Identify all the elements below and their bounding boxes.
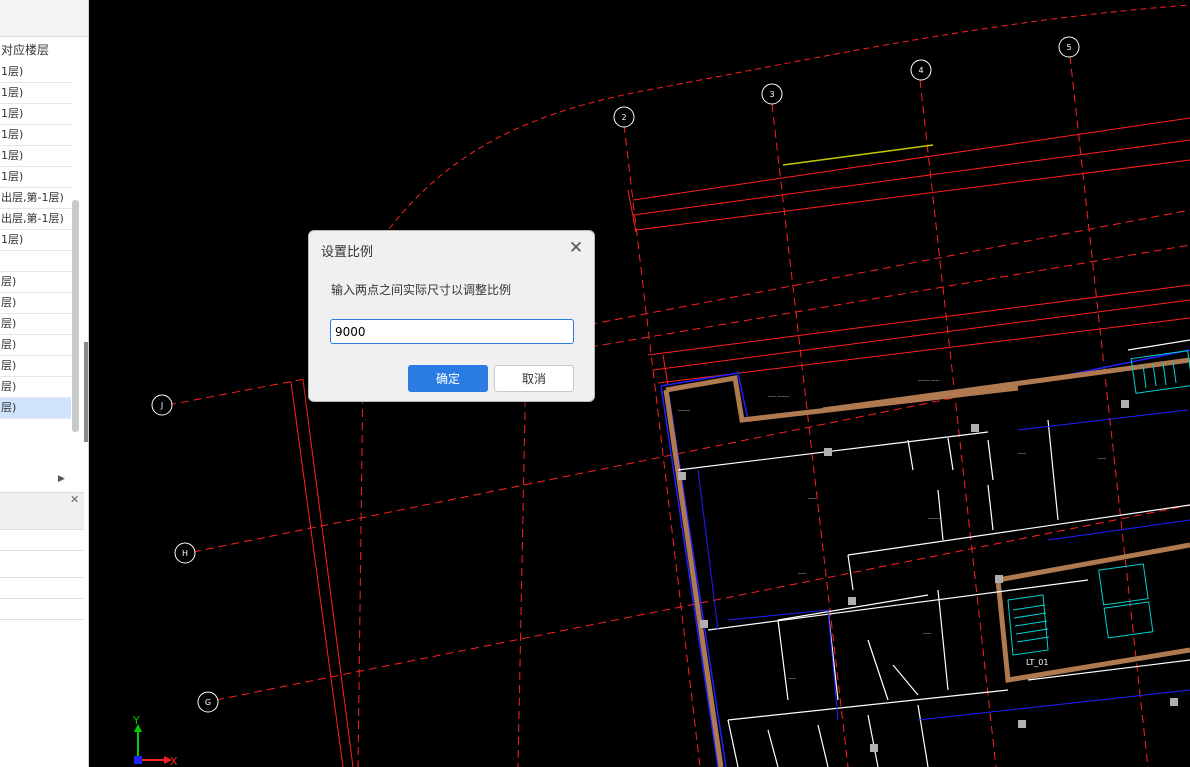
scroll-right-icon[interactable]: ▶ — [58, 474, 68, 486]
svg-text:——: —— — [808, 496, 816, 501]
floor-list-item[interactable] — [0, 251, 71, 272]
svg-text:———: ——— — [678, 408, 690, 413]
svg-text:——: —— — [923, 631, 931, 636]
scale-value-input[interactable] — [330, 319, 574, 344]
floor-list-item[interactable]: 层) — [0, 377, 71, 398]
floor-list-item[interactable]: 1层) — [0, 62, 71, 83]
scale-dialog: 设置比例 ✕ 输入两点之间实际尺寸以调整比例 确定 取消 — [308, 230, 595, 402]
svg-text:——: —— — [788, 676, 796, 681]
floor-list-item[interactable]: 1层) — [0, 167, 71, 188]
axis-label-G: G — [205, 698, 211, 707]
property-row[interactable] — [0, 578, 84, 599]
dialog-message: 输入两点之间实际尺寸以调整比例 — [331, 283, 512, 297]
svg-text:—— ———: —— ——— — [768, 394, 789, 399]
stair-label: LT_01 — [1026, 658, 1048, 667]
floor-list-item[interactable]: 层) — [0, 398, 71, 419]
floor-list-item[interactable]: 出层,第-1层) — [0, 209, 71, 230]
floor-list-item[interactable]: 1层) — [0, 146, 71, 167]
panel-toolbar — [0, 0, 88, 37]
property-row[interactable] — [0, 530, 84, 551]
property-row[interactable] — [0, 557, 84, 578]
column-header-floor[interactable]: 对应楼层 — [0, 38, 71, 62]
property-row[interactable] — [0, 599, 84, 620]
floor-list-item[interactable]: 层) — [0, 356, 71, 377]
close-icon[interactable]: ✕ — [565, 237, 587, 259]
svg-text:——— ——: ——— —— — [918, 378, 939, 383]
floor-list-item[interactable]: 层) — [0, 335, 71, 356]
dialog-title: 设置比例 — [321, 245, 374, 260]
close-icon[interactable]: ✕ — [70, 493, 79, 506]
axis-label-4: 4 — [918, 66, 923, 75]
ok-button[interactable]: 确定 — [408, 365, 488, 392]
axis-label-3: 3 — [769, 90, 774, 99]
cancel-button[interactable]: 取消 — [494, 365, 574, 392]
floor-list-item[interactable]: 出层,第-1层) — [0, 188, 71, 209]
axis-label-2: 2 — [621, 113, 626, 122]
svg-text:——: —— — [1018, 451, 1026, 456]
ucs-x-label: X — [170, 755, 178, 767]
svg-text:——: —— — [1098, 456, 1106, 461]
axis-label-H: H — [182, 549, 188, 558]
scrollbar-thumb[interactable] — [72, 200, 79, 432]
floor-list-item[interactable]: 层) — [0, 272, 71, 293]
floor-list-item[interactable]: 1层) — [0, 104, 71, 125]
svg-text:———: ——— — [928, 516, 940, 521]
left-panel: 对应楼层 1层) 1层) 1层) 1层) 1层) 1层) 出层,第-1层) 出层,第-1层) 1… — [0, 0, 89, 767]
axis-label-5: 5 — [1066, 43, 1071, 52]
axis-label-J: J — [160, 401, 163, 410]
floor-list-item[interactable]: 层) — [0, 314, 71, 335]
floor-list-item[interactable]: 1层) — [0, 230, 71, 251]
svg-text:——: —— — [798, 571, 806, 576]
floor-list-item[interactable]: 层) — [0, 293, 71, 314]
floor-list-item[interactable]: 1层) — [0, 125, 71, 146]
ucs-y-label: Y — [132, 714, 140, 727]
floor-list-item[interactable]: 1层) — [0, 83, 71, 104]
cad-canvas[interactable]: 2 3 4 5 J H G LT_01 ——— —— ——— ——— —— ——… — [88, 0, 1190, 767]
ucs-icon: Y X — [132, 714, 178, 767]
